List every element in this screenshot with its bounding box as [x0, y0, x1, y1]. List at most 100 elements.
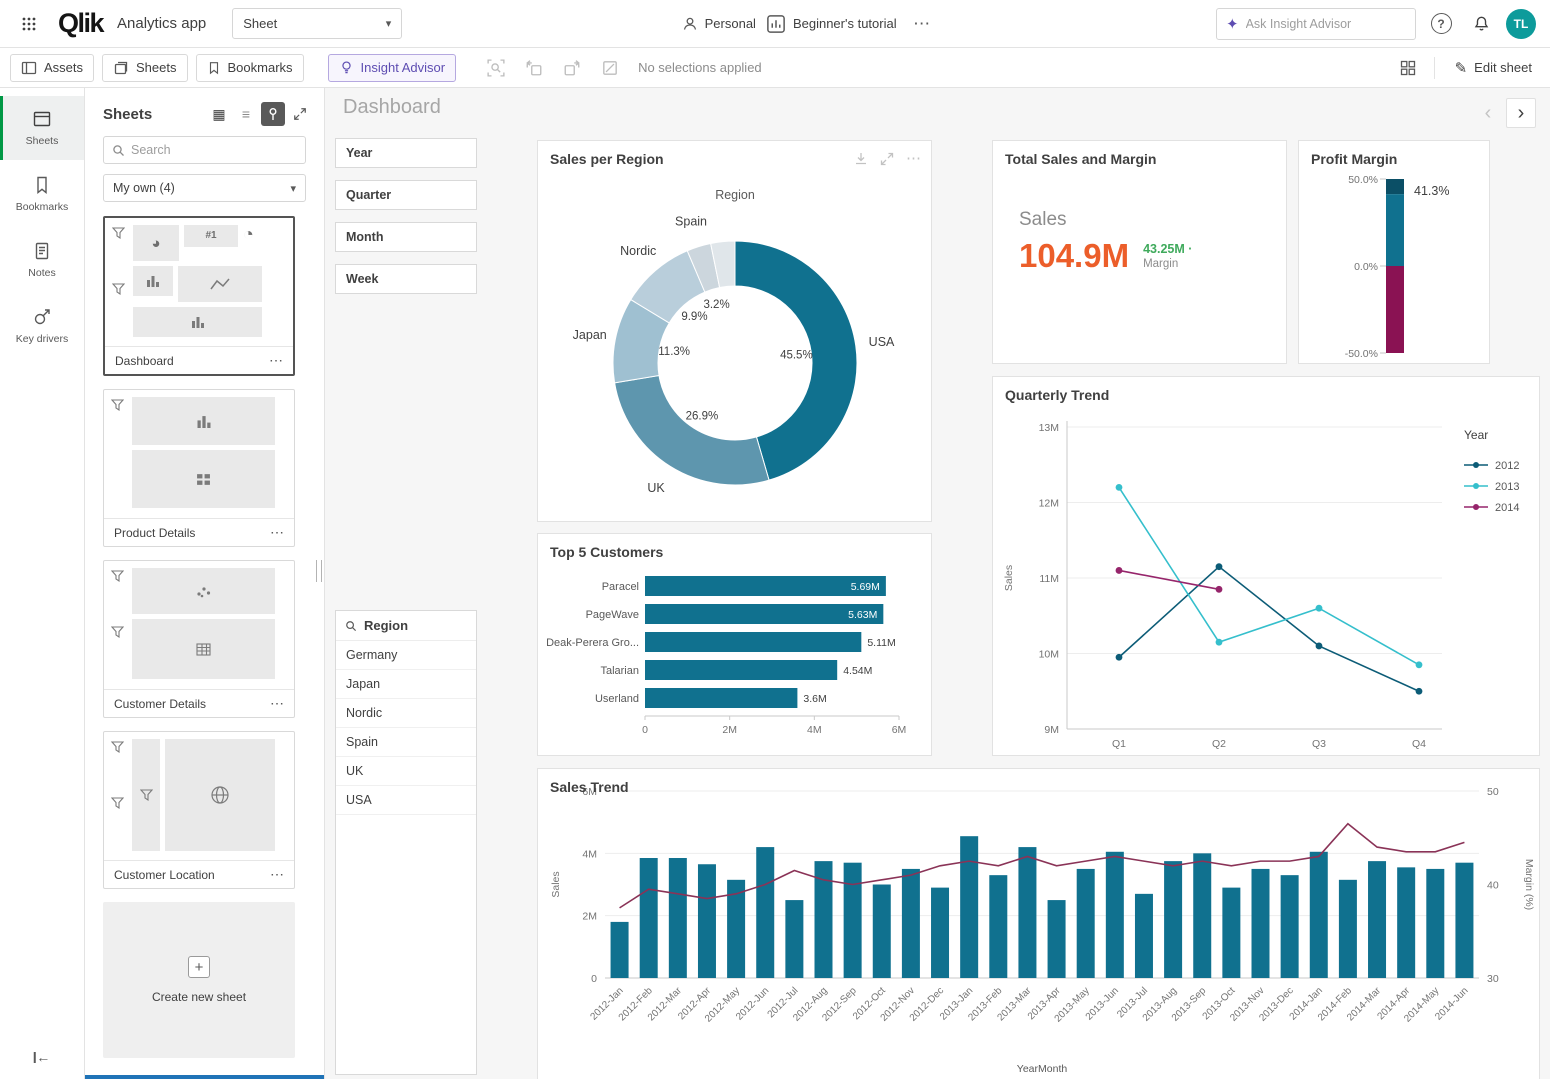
listbox-item-usa[interactable]: USA [336, 786, 476, 815]
step-back-selection-button[interactable] [520, 55, 548, 81]
collapse-panel-button[interactable]: ← [33, 1049, 50, 1065]
sheets-button[interactable]: Sheets [102, 53, 188, 82]
sheet-thumbnail [104, 390, 294, 518]
sheet-card-dashboard[interactable]: ◕ #1 ◔ Dashboard ⋯ [103, 216, 295, 376]
svg-text:0.0%: 0.0% [1354, 261, 1378, 273]
svg-text:Sales: Sales [1003, 565, 1015, 591]
svg-text:Deak-Perera Gro...: Deak-Perera Gro... [546, 637, 639, 649]
kpi-primary-value: 104.9M [1019, 237, 1130, 274]
sheet-type-dropdown[interactable]: Sheet ▾ [232, 8, 403, 39]
listbox-item-japan[interactable]: Japan [336, 670, 476, 699]
top-5-customers-chart[interactable]: 0 2M 4M 6M Paracel 5.69M PageWave 5.63M Deak-Per… [539, 564, 930, 754]
selections-status: No selections applied [638, 60, 762, 75]
assets-icon [21, 61, 37, 74]
sales-per-region-chart[interactable]: Region USA 45.5% UK 26.9% Japan 11.3% Nordic 9.9… [539, 171, 930, 520]
svg-text:2013: 2013 [1495, 481, 1519, 493]
svg-text:41.3%: 41.3% [1414, 184, 1449, 198]
fullscreen-icon[interactable] [880, 152, 894, 166]
toolbar-right: ✎ Edit sheet [1394, 54, 1540, 82]
bookmarks-button[interactable]: Bookmarks [195, 53, 304, 82]
sheet-dropdown-value: Sheet [243, 16, 278, 31]
panel-resize-handle[interactable] [316, 560, 322, 582]
app-name-menu[interactable]: Beginner's tutorial [766, 14, 897, 34]
quarterly-trend-chart[interactable]: 9M 10M 11M 12M 13M Q1 Q2 Q3 Q4 Sales Year 2012 2013 2… [994, 407, 1538, 754]
bar-chart-icon [191, 317, 204, 328]
smart-search-button[interactable] [482, 55, 510, 81]
ask-insight-advisor-search[interactable]: ✦ [1216, 7, 1416, 40]
sheet-options-button[interactable]: ⋯ [270, 695, 284, 712]
listbox-item-spain[interactable]: Spain [336, 728, 476, 757]
user-avatar[interactable]: TL [1506, 8, 1536, 39]
svg-text:4.54M: 4.54M [843, 665, 872, 677]
expand-panel-button[interactable] [288, 102, 312, 126]
rail-item-sheets[interactable]: Sheets [0, 96, 84, 160]
sheets-panel-tools: ▦ ≡ [207, 102, 312, 126]
sheet-search-input[interactable] [131, 143, 297, 157]
bookmarks-label: Bookmarks [227, 60, 293, 75]
assets-label: Assets [44, 60, 84, 75]
clear-selections-button[interactable] [596, 55, 624, 81]
sheets-rail-icon [33, 111, 51, 127]
sheet-card-customer-location[interactable]: Customer Location ⋯ [103, 731, 295, 889]
create-new-sheet-button[interactable]: + Create new sheet [103, 902, 295, 1058]
download-icon[interactable] [854, 152, 868, 166]
profit-margin-gauge[interactable]: 50.0% 0.0% -50.0% 41.3% [1300, 171, 1488, 362]
filter-month[interactable]: Month [335, 222, 477, 252]
next-sheet-button[interactable]: › [1506, 98, 1536, 128]
notifications-button[interactable] [1466, 9, 1496, 39]
sheet-options-button[interactable]: ⋯ [269, 352, 283, 369]
sheet-card-product-details[interactable]: Product Details ⋯ [103, 389, 295, 547]
step-forward-selection-button[interactable] [558, 55, 586, 81]
more-options-button[interactable]: ⋯ [907, 9, 937, 39]
kpi-primary-label: Sales [1019, 209, 1067, 230]
collection-filter-dropdown[interactable]: My own (4) ▾ [103, 174, 306, 202]
svg-text:13M: 13M [1039, 422, 1059, 434]
sheets-panel-header: Sheets ▦ ≡ [85, 88, 324, 136]
listbox-item-nordic[interactable]: Nordic [336, 699, 476, 728]
sheet-layout-button[interactable] [1394, 55, 1422, 81]
sales-trend-chart[interactable]: 0 2M 4M 6M 30 40 50 2012-Jan 2012-Feb 2012-Mar 201… [539, 769, 1538, 1079]
app-launcher-button[interactable] [14, 9, 44, 39]
sheet-thumbnail: ◕ #1 ◔ [105, 218, 293, 346]
personal-space-button[interactable]: Personal [682, 16, 756, 32]
notes-rail-icon [35, 242, 49, 260]
grid-view-button[interactable]: ▦ [207, 102, 231, 126]
rail-label: Sheets [25, 135, 59, 147]
grid-menu-icon [22, 17, 36, 30]
insight-advisor-input[interactable] [1245, 16, 1406, 31]
sheet-options-button[interactable]: ⋯ [270, 866, 284, 883]
rail-item-notes[interactable]: Notes [0, 228, 84, 292]
chart-toolbar: ⋯ [854, 151, 921, 166]
filter-week[interactable]: Week [335, 264, 477, 294]
sheet-options-button[interactable]: ⋯ [270, 524, 284, 541]
listbox-item-uk[interactable]: UK [336, 757, 476, 786]
rail-item-bookmarks[interactable]: Bookmarks [0, 162, 84, 226]
svg-text:9M: 9M [1044, 724, 1059, 736]
help-button[interactable]: ? [1426, 9, 1456, 39]
filter-year[interactable]: Year [335, 138, 477, 168]
chevron-down-icon: ▾ [385, 18, 392, 30]
ellipsis-icon[interactable]: ⋯ [906, 151, 921, 166]
sheet-search-box[interactable] [103, 136, 306, 164]
filter-quarter[interactable]: Quarter [335, 180, 477, 210]
sheet-title: Dashboard [343, 96, 441, 118]
svg-text:Spain: Spain [675, 215, 707, 229]
listbox-item-germany[interactable]: Germany [336, 641, 476, 670]
svg-text:30: 30 [1487, 973, 1499, 985]
rail-item-key-drivers[interactable]: Key drivers [0, 294, 84, 358]
sheet-card-customer-details[interactable]: Customer Details ⋯ [103, 560, 295, 718]
list-view-button[interactable]: ≡ [234, 102, 258, 126]
edit-sheet-button[interactable]: ✎ Edit sheet [1447, 54, 1540, 82]
profit-margin-panel: Profit Margin 50.0% 0.0% -50.0% 41.3% [1298, 140, 1490, 364]
previous-sheet-button[interactable]: ‹ [1473, 98, 1503, 128]
svg-text:Q3: Q3 [1312, 738, 1326, 750]
search-selections-icon [487, 58, 505, 77]
pin-panel-button[interactable] [261, 102, 285, 126]
table-icon [196, 642, 211, 656]
listbox-header[interactable]: Region [336, 611, 476, 641]
insight-advisor-button[interactable]: Insight Advisor [327, 53, 457, 82]
chevron-down-icon: ▾ [290, 182, 296, 195]
total-sales-margin-panel[interactable]: Total Sales and Margin Sales 104.9M 43.2… [992, 140, 1287, 364]
kpi-body: Sales 104.9M 43.25M · Margin [993, 167, 1286, 275]
assets-button[interactable]: Assets [10, 53, 95, 82]
